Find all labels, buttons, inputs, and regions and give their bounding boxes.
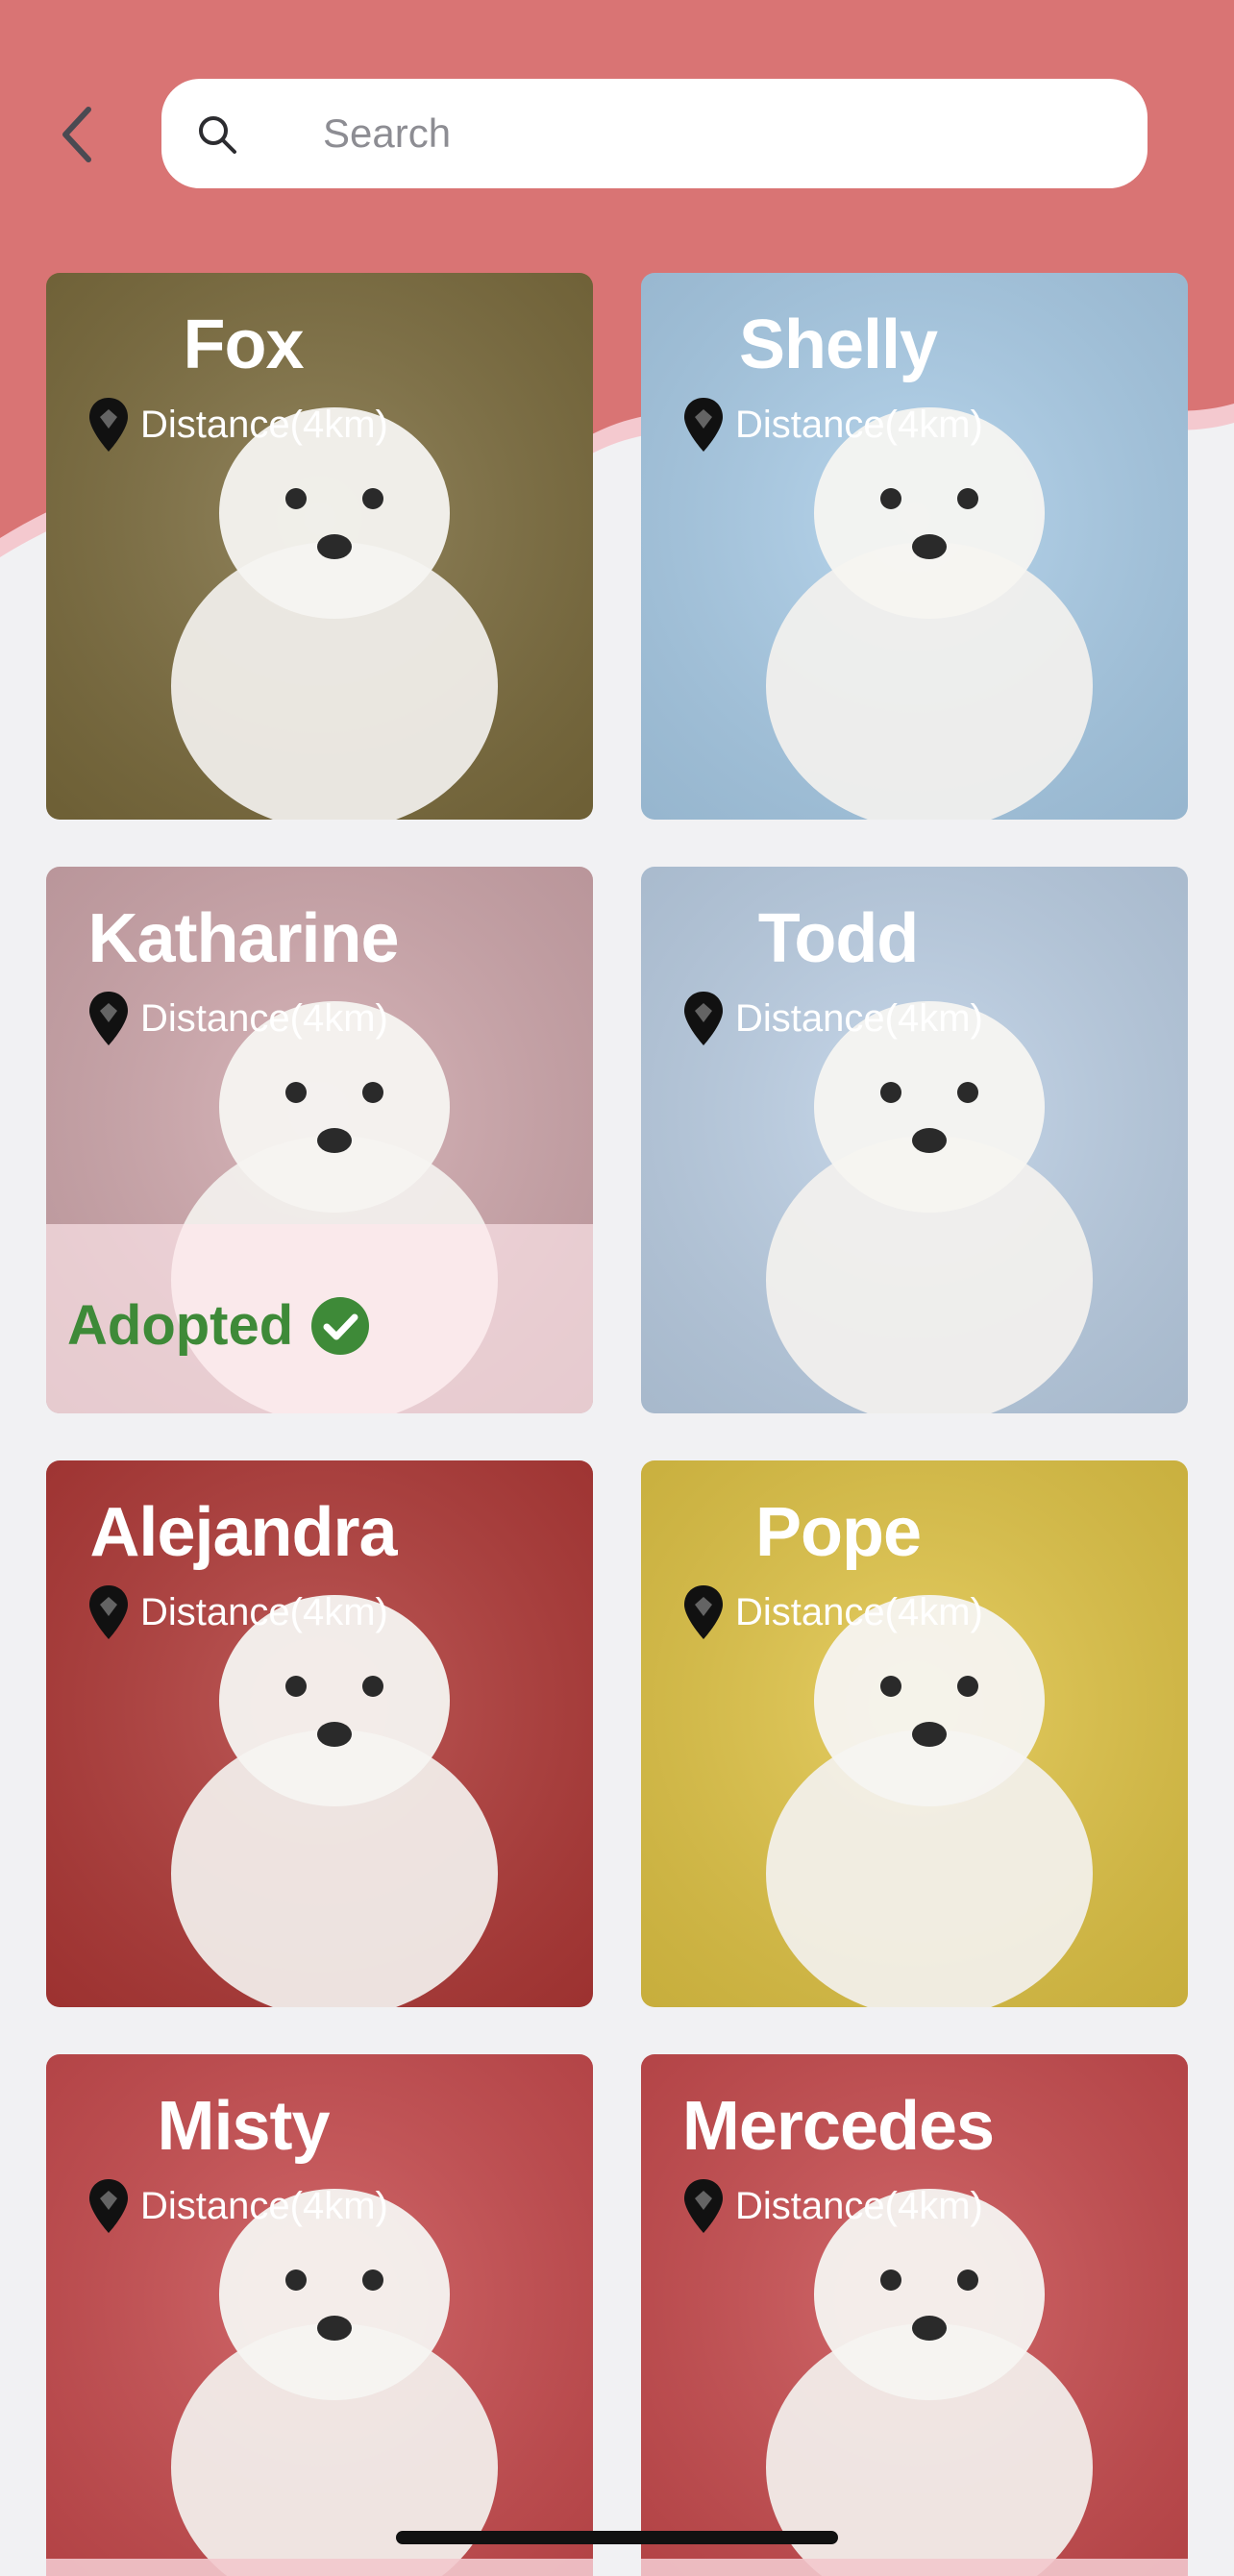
pet-name: Misty: [157, 2088, 330, 2165]
chevron-left-icon: [62, 107, 91, 162]
pet-card[interactable]: Misty Distance(4km): [46, 2054, 593, 2576]
distance-row: Distance(4km): [86, 990, 388, 1047]
pet-name: Mercedes: [681, 2088, 995, 2165]
search-icon: [199, 116, 236, 154]
distance-row: Distance(4km): [86, 396, 388, 454]
distance-label: Distance(4km): [735, 403, 983, 446]
location-pin-icon: [684, 992, 723, 1045]
card-footer-overlay: [641, 2559, 1188, 2576]
card-footer-overlay: [46, 2559, 593, 2576]
distance-row: Distance(4km): [681, 396, 983, 454]
pet-name: Alejandra: [89, 1494, 397, 1571]
location-pin-icon: [89, 398, 128, 452]
pet-card[interactable]: Shelly Distance(4km): [641, 273, 1188, 820]
distance-label: Distance(4km): [140, 403, 388, 446]
distance-label: Distance(4km): [735, 996, 983, 1040]
distance-row: Distance(4km): [681, 1583, 983, 1641]
pet-name: Katharine: [87, 900, 399, 977]
location-pin-icon: [684, 2179, 723, 2233]
location-pin-icon: [89, 992, 128, 1045]
distance-label: Distance(4km): [140, 2184, 388, 2227]
pet-search-screen: FoxDistance(4km)ShellyDistance(4km)Adopt…: [0, 0, 1234, 2576]
distance-label: Distance(4km): [735, 1590, 983, 1633]
pet-name: Shelly: [738, 307, 938, 383]
distance-row: Distance(4km): [86, 1583, 388, 1641]
adopted-status: Adopted: [67, 1293, 370, 1358]
pet-grid: Fox Distance(4km) Shelly Distance(4km) Adopt…: [46, 273, 1188, 2576]
distance-label: Distance(4km): [140, 996, 388, 1040]
adopted-label: Adopted: [67, 1294, 294, 1357]
location-pin-icon: [684, 1585, 723, 1639]
pet-card[interactable]: Adopted Katharine Distance(4km): [46, 867, 593, 1413]
distance-label: Distance(4km): [735, 2184, 983, 2227]
search-input[interactable]: [323, 102, 1111, 165]
distance-row: Distance(4km): [681, 990, 983, 1047]
pet-card[interactable]: Alejandra Distance(4km): [46, 1460, 593, 2007]
location-pin-icon: [89, 2179, 128, 2233]
pet-name: Pope: [754, 1494, 922, 1571]
home-indicator: [396, 2531, 838, 2544]
search-bar[interactable]: [161, 79, 1148, 188]
pet-name: Fox: [183, 307, 304, 383]
check-circle-icon: [311, 1296, 370, 1355]
pet-name: Todd: [757, 900, 920, 977]
location-pin-icon: [684, 398, 723, 452]
pet-card[interactable]: Fox Distance(4km): [46, 273, 593, 820]
pet-card[interactable]: Todd Distance(4km): [641, 867, 1188, 1413]
pet-card[interactable]: Mercedes Distance(4km): [641, 2054, 1188, 2576]
distance-label: Distance(4km): [140, 1590, 388, 1633]
location-pin-icon: [89, 1585, 128, 1639]
distance-row: Distance(4km): [86, 2177, 388, 2235]
pet-card[interactable]: Pope Distance(4km): [641, 1460, 1188, 2007]
distance-row: Distance(4km): [681, 2177, 983, 2235]
back-button[interactable]: [46, 98, 108, 171]
